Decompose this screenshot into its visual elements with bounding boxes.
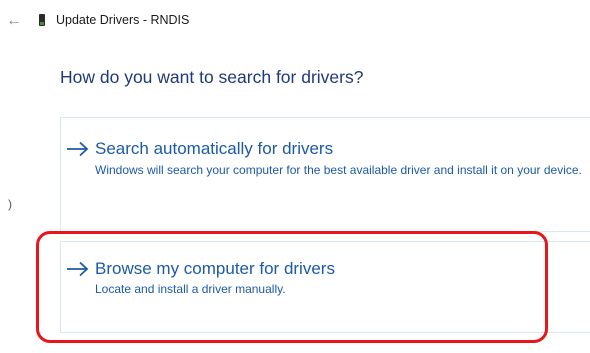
browse-computer-option[interactable]: Browse my computer for drivers Locate an… — [60, 241, 590, 333]
option-title: Browse my computer for drivers — [95, 259, 335, 278]
option-description: Windows will search your computer for th… — [95, 163, 582, 177]
update-drivers-window: ← Update Drivers - RNDIS How do you want… — [0, 0, 590, 353]
right-arrow-icon — [67, 141, 89, 157]
option-description: Locate and install a driver manually. — [95, 282, 286, 296]
search-automatically-option[interactable]: Search automatically for drivers Windows… — [60, 117, 590, 232]
option-title: Search automatically for drivers — [95, 139, 334, 158]
page-heading: How do you want to search for drivers? — [60, 67, 364, 87]
device-icon — [39, 14, 45, 26]
window-title: Update Drivers - RNDIS — [56, 13, 190, 27]
right-arrow-icon — [67, 261, 89, 277]
back-arrow-icon[interactable]: ← — [3, 12, 25, 30]
side-mark: ) — [8, 197, 12, 211]
